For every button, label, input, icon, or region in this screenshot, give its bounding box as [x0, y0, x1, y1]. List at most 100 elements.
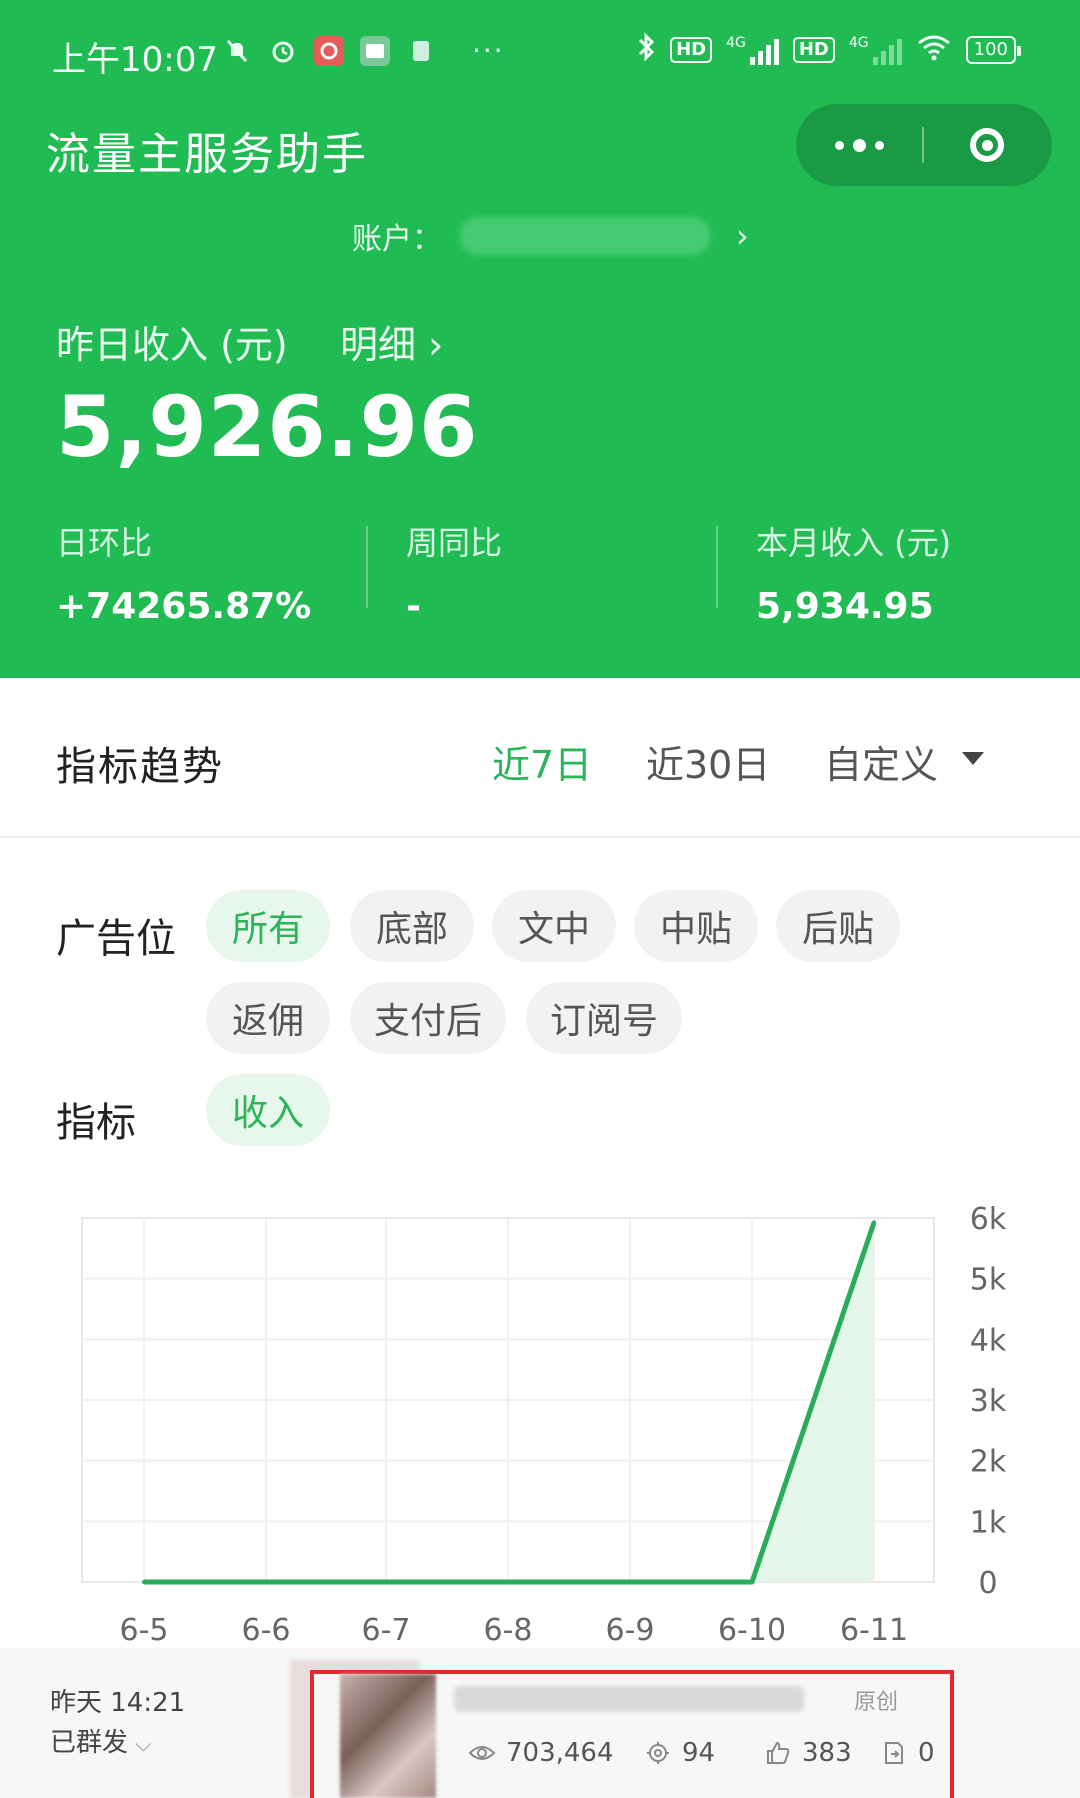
chart-data-point: [384, 1580, 388, 1584]
like-count: 383: [764, 1738, 852, 1768]
stat-month-income: 本月收入 (元) 5,934.95: [756, 518, 951, 627]
chart-data-point: [628, 1580, 632, 1584]
chip-ad-after-payment[interactable]: 支付后: [350, 982, 506, 1054]
chart-x-tick-label: 6-5: [120, 1613, 169, 1648]
chart-data-point: [506, 1580, 510, 1584]
forward-count-value: 0: [918, 1738, 935, 1768]
stat-label: 本月收入 (元): [756, 524, 952, 562]
record-app-icon: [314, 35, 344, 66]
status-system-icons: HD 4G HD 4G 100: [636, 32, 1022, 68]
signal-strength-icon-2: 4G: [849, 35, 902, 65]
mail-app-icon: [360, 35, 390, 66]
chart-x-tick-label: 6-10: [718, 1613, 786, 1648]
chart-x-tick-label: 6-6: [242, 1613, 291, 1648]
bluetooth-icon: [636, 32, 656, 68]
hd-badge: HD: [670, 37, 713, 63]
chip-ad-rebate[interactable]: 返佣: [206, 982, 330, 1054]
highlighted-article-card[interactable]: 原创 703,464 94 383 0: [310, 1670, 954, 1798]
message-status[interactable]: 已群发: [50, 1722, 152, 1759]
stat-week-over-week: 周同比 -: [406, 518, 502, 627]
stat-value: -: [406, 586, 421, 627]
ad-position-label: 广告位: [56, 916, 176, 962]
more-menu-button[interactable]: [796, 104, 922, 186]
target-circle-icon: [970, 128, 1004, 162]
forward-count: 0: [880, 1738, 935, 1768]
network-type-label-2: 4G: [848, 35, 869, 51]
alarm-clock-icon: [268, 36, 298, 66]
stat-day-over-day: 日环比 +74265.87%: [56, 518, 311, 627]
trend-header: 指标趋势 近7日 近30日 自定义: [0, 678, 1080, 838]
chip-ad-in-article[interactable]: 文中: [492, 890, 616, 962]
tab-custom-range[interactable]: 自定义: [824, 734, 938, 789]
chart-y-tick-label: 1k: [970, 1505, 1007, 1540]
chart-data-point: [142, 1580, 146, 1584]
chip-ad-subscription[interactable]: 订阅号: [526, 982, 682, 1054]
read-count: 703,464: [468, 1738, 614, 1768]
battery-indicator: 100: [965, 36, 1022, 64]
status-time: 上午10:07: [52, 40, 218, 80]
account-name-redacted: [460, 217, 710, 255]
forward-icon: [880, 1739, 908, 1767]
metric-label: 指标: [56, 1100, 136, 1146]
close-mini-program-button[interactable]: [924, 104, 1050, 186]
status-notification-icons: ···: [222, 34, 505, 67]
chip-ad-mid-roll[interactable]: 中贴: [634, 890, 758, 962]
yesterday-income-value: 5,926.96: [56, 378, 479, 476]
chart-y-tick-label: 5k: [970, 1263, 1007, 1298]
signal-strength-icon: 4G: [726, 35, 779, 65]
header-panel: 上午10:07 ··· HD 4G HD 4G 100 流量主服务助手 账户： …: [0, 0, 1080, 678]
chart-data-point: [872, 1220, 876, 1225]
chart-x-tick-label: 6-7: [362, 1613, 411, 1648]
chart-y-tick-label: 0: [978, 1566, 997, 1601]
eye-icon: [468, 1739, 496, 1767]
chip-ad-bottom[interactable]: 底部: [350, 890, 474, 962]
chevron-right-icon: ›: [736, 217, 749, 255]
dropdown-caret-icon[interactable]: [962, 752, 984, 765]
stat-label: 周同比: [406, 524, 503, 562]
mini-program-capsule: [796, 104, 1052, 186]
stat-divider: [716, 526, 718, 608]
tab-last-7-days[interactable]: 近7日: [492, 734, 592, 789]
original-tag: 原创: [854, 1690, 899, 1715]
status-bar: 上午10:07 ··· HD 4G HD 4G 100: [0, 0, 1080, 100]
chart-data-point: [750, 1580, 754, 1584]
chart-y-tick-label: 4k: [970, 1323, 1007, 1358]
income-detail-link[interactable]: 明细 ›: [340, 314, 443, 369]
chart-x-tick-label: 6-8: [484, 1613, 533, 1648]
chart-data-point: [264, 1580, 268, 1584]
chart-x-tick-label: 6-9: [606, 1613, 655, 1648]
chip-ad-post-roll[interactable]: 后贴: [776, 890, 900, 962]
published-message-row[interactable]: 昨天 14:21 已群发 原创 703,464 94 383: [0, 1648, 1080, 1798]
network-type-label: 4G: [726, 35, 746, 51]
article-title-redacted: [454, 1686, 804, 1712]
stat-value: 5,934.95: [756, 586, 934, 627]
sim-app-icon: [406, 36, 436, 66]
read-count-value: 703,464: [506, 1738, 614, 1768]
mute-bell-icon: [222, 36, 252, 66]
stat-label: 日环比: [56, 524, 153, 562]
share-count: 94: [644, 1738, 715, 1768]
chip-ad-all[interactable]: 所有: [206, 890, 330, 962]
gear-share-icon: [644, 1739, 672, 1767]
chart-y-tick-label: 3k: [970, 1384, 1007, 1419]
chip-metric-income[interactable]: 收入: [206, 1074, 330, 1146]
stat-divider: [366, 526, 368, 608]
chart-y-tick-label: 2k: [970, 1445, 1007, 1480]
thumbs-up-icon: [764, 1739, 792, 1767]
like-count-value: 383: [802, 1738, 852, 1768]
income-trend-chart: 0 1k 2k 3k 4k 5k 6k 6-5 6-6 6-7 6-8 6-9 6-10 6-11: [81, 1202, 1007, 1648]
stat-value: +74265.87%: [56, 586, 312, 627]
app-title: 流量主服务助手: [46, 129, 368, 180]
yesterday-income-label: 昨日收入 (元): [56, 323, 288, 367]
account-selector[interactable]: 账户： ›: [352, 214, 749, 258]
message-time: 昨天 14:21: [50, 1688, 186, 1718]
share-count-value: 94: [682, 1738, 716, 1768]
wifi-icon: [916, 33, 952, 67]
chart-x-tick-label: 6-11: [840, 1613, 908, 1648]
tab-last-30-days[interactable]: 近30日: [646, 734, 770, 789]
hd-badge-2: HD: [792, 37, 835, 63]
account-label: 账户：: [352, 222, 442, 257]
more-notifications-icon: ···: [472, 34, 505, 67]
chart-y-tick-label: 6k: [970, 1202, 1007, 1237]
article-thumbnail: [340, 1674, 436, 1798]
